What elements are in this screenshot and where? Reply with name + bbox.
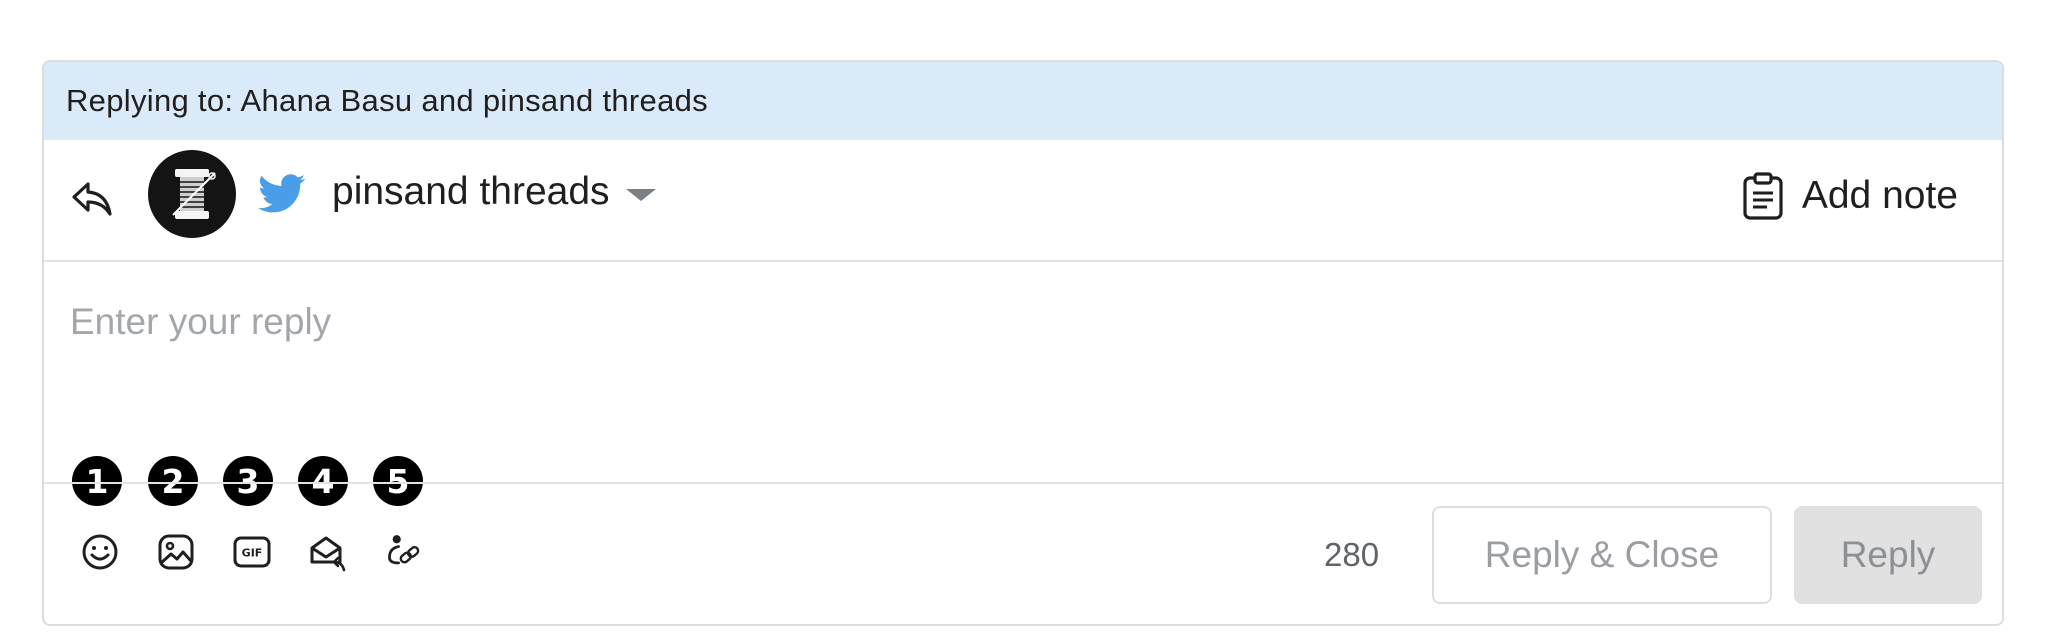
gif-icon[interactable]: GIF — [232, 532, 272, 572]
reply-and-close-button[interactable]: Reply & Close — [1432, 506, 1772, 604]
composer-header: pinsand threads Add note — [44, 140, 2002, 262]
character-count: 280 — [1324, 536, 1380, 573]
twitter-bird-icon — [258, 174, 306, 213]
avatar[interactable] — [148, 150, 236, 238]
reply-back-icon[interactable] — [70, 176, 114, 220]
user-link-icon[interactable] — [384, 532, 424, 572]
account-name: pinsand threads — [332, 170, 610, 213]
composer-footer: GIF 280 Reply & Close Reply — [44, 482, 2002, 624]
add-note-button[interactable]: Add note — [1742, 172, 1958, 220]
add-note-label: Add note — [1801, 174, 1958, 217]
reply-button[interactable]: Reply — [1794, 506, 1982, 604]
chevron-down-icon — [625, 189, 656, 201]
image-icon[interactable] — [156, 532, 196, 572]
reply-composer: Replying to: Ahana Basu and pinsand thre… — [42, 60, 2004, 626]
reply-area — [44, 262, 2002, 480]
thread-spool-icon — [172, 169, 216, 219]
emoji-icon[interactable] — [80, 532, 120, 572]
clipboard-icon — [1743, 172, 1783, 220]
replying-to-banner: Replying to: Ahana Basu and pinsand thre… — [44, 62, 2002, 140]
svg-text:GIF: GIF — [242, 547, 263, 560]
email-reply-icon[interactable] — [308, 532, 348, 572]
reply-input[interactable] — [70, 292, 1970, 352]
replying-to-text: Replying to: Ahana Basu and pinsand thre… — [66, 83, 708, 118]
account-selector[interactable]: pinsand threads — [332, 162, 656, 222]
